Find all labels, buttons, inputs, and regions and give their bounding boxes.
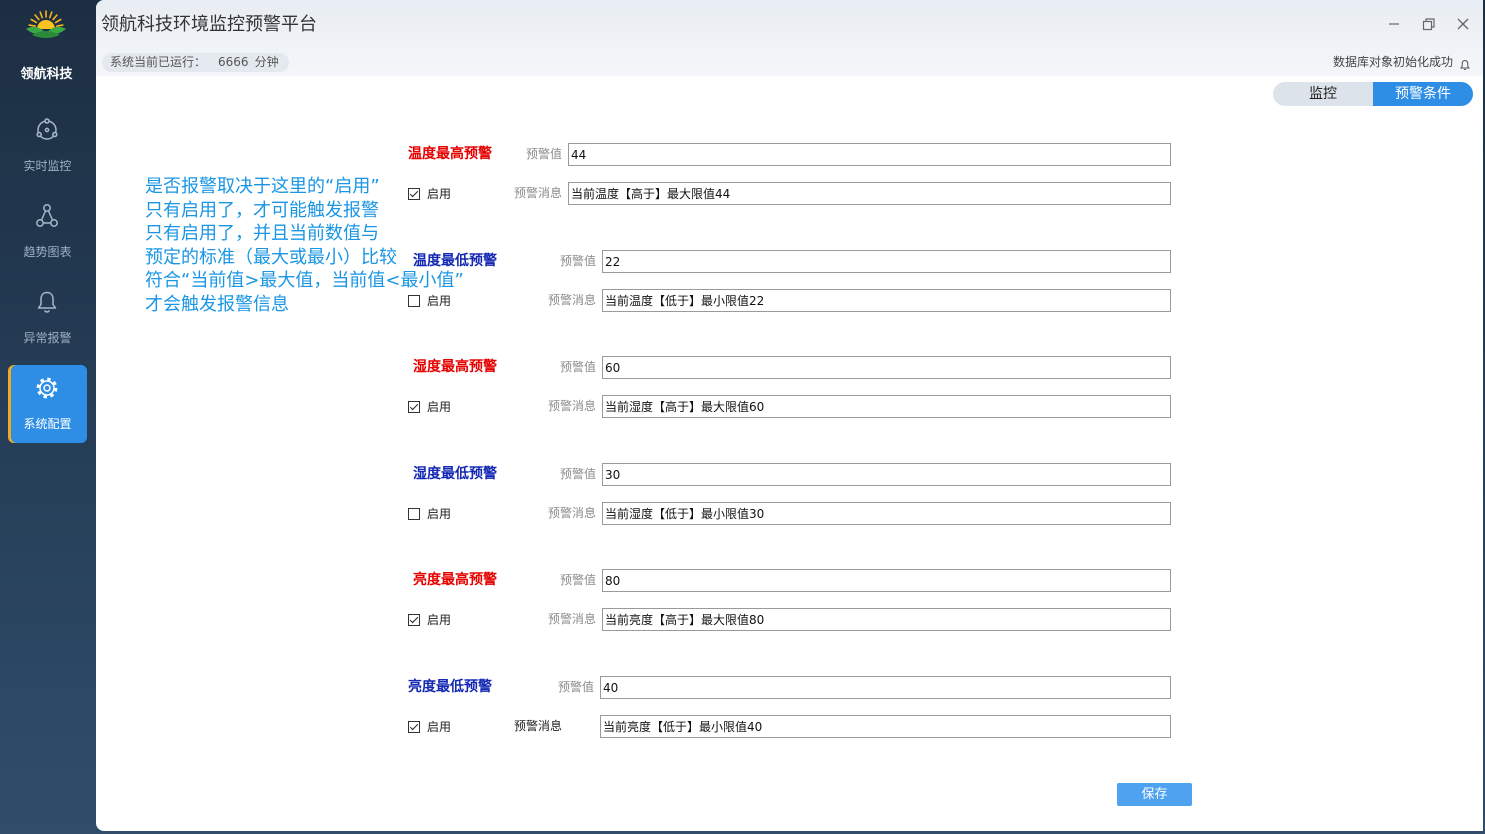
alert-message-input[interactable]	[602, 395, 1171, 418]
checkbox-box[interactable]	[408, 507, 420, 520]
threshold-value-input[interactable]	[600, 676, 1171, 699]
threshold-value-input[interactable]	[602, 250, 1171, 273]
threshold-label: 预警值	[559, 360, 596, 374]
runtime-unit: 分钟	[254, 55, 279, 69]
alert-message-input[interactable]	[602, 502, 1171, 525]
annotation-line: 只有启用了，并且当前数值与	[145, 223, 379, 245]
alert-message-input[interactable]	[602, 289, 1171, 312]
threshold-value-input[interactable]	[602, 356, 1171, 379]
restore-icon[interactable]	[1418, 14, 1438, 34]
threshold-label: 预警值	[559, 254, 596, 268]
checkbox-box[interactable]	[408, 720, 420, 733]
tab-alert-conditions[interactable]: 预警条件	[1373, 82, 1473, 106]
minimize-icon[interactable]	[1384, 14, 1404, 34]
rule-temperature-high: 温度最高预警 预警值 启用 预警消息	[0, 143, 1485, 205]
rule-humidity-high: 湿度最高预警 预警值 启用 预警消息	[0, 356, 1485, 418]
bell-icon[interactable]	[1459, 56, 1471, 71]
window-title: 领航科技环境监控预警平台	[101, 14, 317, 35]
view-tabs: 监控 预警条件	[1273, 82, 1473, 106]
sidebar-item-label: 系统配置	[23, 417, 72, 431]
message-label: 预警消息	[514, 719, 563, 733]
alert-message-input[interactable]	[568, 182, 1171, 205]
header-bar	[96, 0, 1483, 76]
enable-label: 启用	[427, 720, 452, 734]
alert-message-input[interactable]	[600, 715, 1171, 738]
enable-checkbox[interactable]: 启用	[408, 289, 451, 312]
checkbox-box[interactable]	[408, 294, 420, 307]
runtime-value: 6666	[218, 55, 249, 69]
threshold-value-input[interactable]	[568, 143, 1171, 166]
status-message: 数据库对象初始化成功	[1332, 55, 1453, 69]
enable-checkbox[interactable]: 启用	[408, 715, 451, 738]
sun-leaves-logo-icon	[24, 6, 68, 42]
runtime-status: 系统当前已运行： 6666 分钟	[102, 53, 289, 72]
threshold-label: 预警值	[559, 467, 596, 481]
trend-graph-icon	[34, 203, 60, 229]
sidebar-item-label: 异常报警	[23, 331, 72, 345]
message-label: 预警消息	[547, 612, 596, 626]
checkbox-box[interactable]	[408, 613, 420, 626]
tab-monitor[interactable]: 监控	[1273, 82, 1373, 106]
alert-message-input[interactable]	[602, 608, 1171, 631]
message-label: 预警消息	[547, 506, 596, 520]
enable-checkbox[interactable]: 启用	[408, 502, 451, 525]
enable-checkbox[interactable]: 启用	[408, 608, 451, 631]
threshold-label: 预警值	[557, 680, 594, 694]
message-label: 预警消息	[547, 399, 596, 413]
threshold-value-input[interactable]	[602, 569, 1171, 592]
brand-name: 领航科技	[20, 67, 73, 82]
rule-temperature-low: 温度最低预警 预警值 启用 预警消息	[0, 250, 1485, 312]
enable-checkbox[interactable]: 启用	[408, 395, 451, 418]
monitor-nodes-icon	[34, 117, 60, 143]
threshold-value-input[interactable]	[602, 463, 1171, 486]
message-label: 预警消息	[513, 186, 562, 200]
checkbox-box[interactable]	[408, 400, 420, 413]
threshold-label: 预警值	[559, 573, 596, 587]
rule-brightness-low: 亮度最低预警 预警值 启用 预警消息	[0, 676, 1485, 738]
message-label: 预警消息	[547, 293, 596, 307]
threshold-label: 预警值	[525, 147, 562, 161]
rule-humidity-low: 湿度最低预警 预警值 启用 预警消息	[0, 463, 1485, 525]
rule-brightness-high: 亮度最高预警 预警值 启用 预警消息	[0, 569, 1485, 631]
runtime-label: 系统当前已运行：	[110, 55, 207, 69]
save-button[interactable]: 保存	[1117, 783, 1192, 806]
close-icon[interactable]	[1453, 14, 1473, 34]
